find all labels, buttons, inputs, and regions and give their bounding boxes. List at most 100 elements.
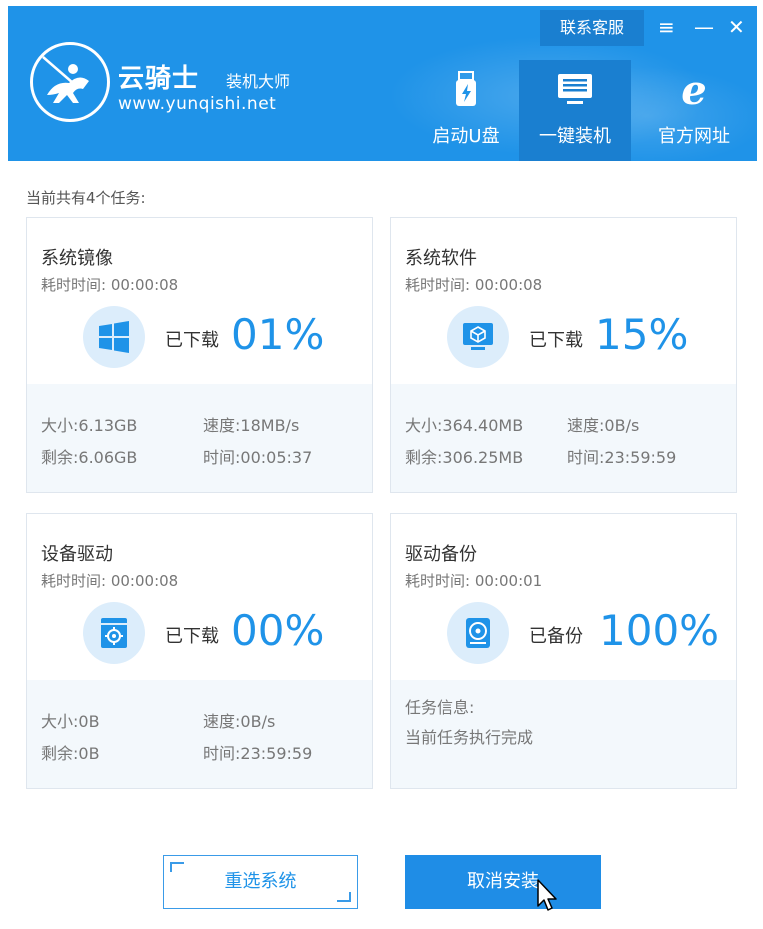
minimize-icon[interactable]: —	[694, 12, 714, 42]
nav-label: 启动U盘	[432, 126, 500, 147]
reselect-system-button[interactable]: 重选系统	[163, 855, 358, 909]
speed-stat: 速度:18MB/s	[203, 412, 299, 436]
knight-logo-icon	[30, 42, 110, 122]
usb-icon	[446, 70, 486, 110]
remain-value: 6.06GB	[78, 448, 138, 467]
remain-label: 剩余:	[41, 448, 79, 467]
elapsed-label: 耗时时间:	[405, 276, 471, 294]
speed-stat: 速度:0B/s	[203, 708, 275, 732]
remain-stat: 剩余:306.25MB	[405, 444, 523, 468]
brand-url: www.yunqishi.net	[118, 94, 277, 114]
task-percent: 00%	[231, 606, 325, 655]
speed-label: 速度:	[567, 416, 605, 435]
remain-label: 剩余:	[405, 448, 443, 467]
driver-gear-icon	[83, 602, 145, 664]
elapsed-value: 00:00:01	[474, 572, 543, 590]
nav-label: 官方网址	[658, 126, 730, 147]
task-info-panel: 任务信息: 当前任务执行完成	[391, 680, 736, 788]
brand-name: 云骑士	[118, 64, 200, 94]
remain-stat: 剩余:0B	[41, 740, 100, 764]
harddisk-icon	[447, 602, 509, 664]
speed-value: 18MB/s	[240, 416, 300, 435]
software-box-icon	[447, 306, 509, 368]
task-title: 系统镜像	[41, 248, 113, 269]
contact-support-button[interactable]: 联系客服	[540, 10, 644, 46]
time-stat: 时间:00:05:37	[203, 444, 312, 468]
task-card-driver-backup: 驱动备份 耗时时间: 00:00:01 已备份 100% 任务信息: 当前任务执…	[390, 513, 737, 789]
brand-subtitle: 装机大师	[226, 72, 291, 91]
size-label: 大小:	[405, 416, 443, 435]
task-card-system-image: 系统镜像 耗时时间: 00:00:08 已下载 01% 大小:6.13GB 速度…	[26, 217, 373, 493]
task-stats-panel: 大小:364.40MB 速度:0B/s 剩余:306.25MB 时间:23:59…	[391, 384, 736, 492]
time-stat: 时间:23:59:59	[567, 444, 676, 468]
elapsed-label: 耗时时间:	[41, 276, 107, 294]
task-card-system-software: 系统软件 耗时时间: 00:00:08 已下载 15% 大小:364.40MB …	[390, 217, 737, 493]
cancel-install-button[interactable]: 取消安装	[405, 855, 601, 909]
elapsed-label: 耗时时间:	[41, 572, 107, 590]
menu-icon[interactable]: ≡	[658, 12, 675, 42]
speed-label: 速度:	[203, 416, 241, 435]
task-status: 已备份	[529, 626, 583, 647]
elapsed-value: 00:00:08	[110, 276, 179, 294]
task-percent: 15%	[595, 310, 689, 359]
size-stat: 大小:364.40MB	[405, 412, 523, 436]
task-stats-panel: 大小:0B 速度:0B/s 剩余:0B 时间:23:59:59	[27, 680, 372, 788]
task-elapsed: 耗时时间: 00:00:08	[41, 570, 178, 591]
nav-one-click-install[interactable]: 一键装机	[519, 60, 631, 161]
task-percent: 100%	[599, 606, 720, 655]
nav-usb-boot[interactable]: 启动U盘	[410, 60, 522, 161]
time-label: 时间:	[567, 448, 605, 467]
size-stat: 大小:0B	[41, 708, 100, 732]
task-elapsed: 耗时时间: 00:00:08	[405, 274, 542, 295]
remain-label: 剩余:	[41, 744, 79, 763]
task-elapsed: 耗时时间: 00:00:08	[41, 274, 178, 295]
task-info-label: 任务信息:	[405, 698, 475, 717]
task-status: 已下载	[529, 330, 583, 351]
speed-value: 0B/s	[604, 416, 640, 435]
size-value: 364.40MB	[442, 416, 524, 435]
task-stats-panel: 大小:6.13GB 速度:18MB/s 剩余:6.06GB 时间:00:05:3…	[27, 384, 372, 492]
size-label: 大小:	[41, 416, 79, 435]
size-stat: 大小:6.13GB	[41, 412, 137, 436]
nav-label: 一键装机	[539, 126, 611, 147]
time-value: 23:59:59	[604, 448, 677, 467]
speed-stat: 速度:0B/s	[567, 412, 639, 436]
ie-icon: e	[674, 67, 714, 114]
speed-value: 0B/s	[240, 712, 276, 731]
elapsed-value: 00:00:08	[474, 276, 543, 294]
nav-official-site[interactable]: e 官方网址	[638, 60, 750, 161]
close-icon[interactable]: ✕	[728, 12, 745, 42]
time-value: 00:05:37	[240, 448, 313, 467]
task-count-label: 当前共有4个任务:	[26, 189, 146, 207]
monitor-icon	[555, 70, 595, 110]
task-title: 系统软件	[405, 248, 477, 269]
app-header: 云骑士 装机大师 www.yunqishi.net 联系客服 ≡ — ✕ 启动U…	[8, 6, 757, 161]
task-status: 已下载	[165, 626, 219, 647]
button-corner-decoration	[170, 862, 184, 872]
reselect-label: 重选系统	[224, 871, 297, 892]
task-card-device-driver: 设备驱动 耗时时间: 00:00:08 已下载 00% 大小:0B 速度:0B/…	[26, 513, 373, 789]
time-stat: 时间:23:59:59	[203, 740, 312, 764]
size-label: 大小:	[41, 712, 79, 731]
remain-stat: 剩余:6.06GB	[41, 444, 137, 468]
task-status: 已下载	[165, 330, 219, 351]
remain-value: 0B	[78, 744, 100, 763]
size-value: 6.13GB	[78, 416, 138, 435]
mouse-cursor-icon	[536, 878, 558, 918]
windows-icon	[83, 306, 145, 368]
button-corner-decoration	[337, 892, 351, 902]
svg-text:e: e	[681, 70, 706, 110]
time-value: 23:59:59	[240, 744, 313, 763]
cancel-label: 取消安装	[467, 871, 539, 892]
task-elapsed: 耗时时间: 00:00:01	[405, 570, 542, 591]
elapsed-value: 00:00:08	[110, 572, 179, 590]
time-label: 时间:	[203, 744, 241, 763]
elapsed-label: 耗时时间:	[405, 572, 471, 590]
task-title: 设备驱动	[41, 544, 113, 565]
time-label: 时间:	[203, 448, 241, 467]
speed-label: 速度:	[203, 712, 241, 731]
task-info-text: 当前任务执行完成	[405, 728, 534, 747]
remain-value: 306.25MB	[442, 448, 524, 467]
size-value: 0B	[78, 712, 100, 731]
task-percent: 01%	[231, 310, 325, 359]
